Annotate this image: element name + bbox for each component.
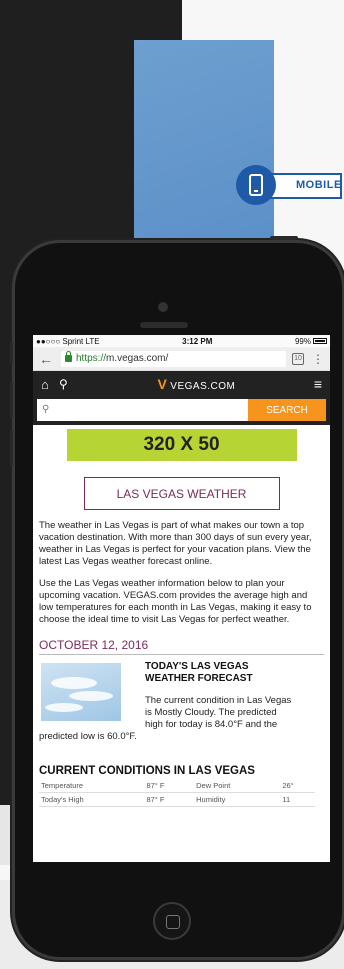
home-icon[interactable]: ⌂ — [41, 377, 59, 392]
intro-paragraph: The weather in Las Vegas is part of what… — [39, 520, 312, 567]
lock-icon — [65, 351, 72, 362]
site-logo[interactable]: V VEGAS.COM — [79, 376, 314, 392]
search-field-icon: ⚲ — [42, 404, 50, 415]
info-paragraph: Use the Las Vegas weather information be… — [39, 578, 312, 625]
search-row: ⚲ SEARCH — [33, 397, 330, 425]
forecast-title: TODAY'S LAS VEGAS WEATHER FORECAST — [145, 661, 253, 684]
table-row: Today's High 87° F Humidity 11 — [39, 792, 315, 807]
forecast-date: OCTOBER 12, 2016 — [39, 638, 324, 655]
menu-dots-icon[interactable]: ⋮ — [312, 353, 324, 365]
battery-icon — [313, 338, 327, 345]
clock: 3:12 PM — [182, 336, 213, 346]
stage: MOBILE ●●○○○ Sprint LTE 3:12 PM 99% ← ht… — [0, 0, 344, 969]
las-vegas-weather-button[interactable]: LAS VEGAS WEATHER — [83, 477, 280, 510]
logo-v-icon: V — [157, 376, 168, 392]
battery-status: 99% — [295, 337, 327, 346]
address-bar[interactable]: https://m.vegas.com/ — [61, 350, 286, 367]
search-button[interactable]: SEARCH — [248, 399, 326, 421]
carrier: ●●○○○ Sprint LTE — [36, 336, 100, 346]
back-arrow-icon[interactable]: ← — [39, 351, 55, 367]
table-row: Temperature 87° F Dew Point 26° — [39, 779, 315, 793]
power-button — [270, 236, 298, 240]
forecast-text: The current condition in Las Vegas is Mo… — [39, 695, 292, 742]
search-icon[interactable]: ⚲ — [59, 377, 79, 391]
status-bar: ●●○○○ Sprint LTE 3:12 PM 99% — [33, 335, 330, 347]
ad-banner[interactable]: 320 X 50 — [66, 429, 297, 461]
browser-toolbar: ← https://m.vegas.com/ 10 ⋮ — [33, 347, 330, 371]
earpiece — [140, 322, 188, 328]
volume-down-button — [10, 430, 13, 466]
search-input[interactable]: ⚲ — [37, 399, 248, 421]
tabs-button[interactable]: 10 — [292, 352, 304, 365]
phone-icon — [236, 165, 276, 205]
mute-switch — [10, 342, 13, 364]
camera — [158, 302, 168, 312]
site-header: ⌂ ⚲ V VEGAS.COM ≡ — [33, 371, 330, 397]
volume-up-button — [10, 382, 13, 418]
forecast-block: TODAY'S LAS VEGAS WEATHER FORECAST The c… — [33, 661, 330, 761]
conditions-heading: CURRENT CONDITIONS IN LAS VEGAS — [39, 765, 255, 777]
hamburger-menu-icon[interactable]: ≡ — [314, 376, 322, 392]
home-button[interactable] — [153, 902, 191, 940]
mobile-badge-label: MOBILE — [296, 179, 342, 191]
phone-screen: ●●○○○ Sprint LTE 3:12 PM 99% ← https://m… — [33, 335, 330, 862]
conditions-table: Temperature 87° F Dew Point 26° Today's … — [39, 779, 315, 807]
